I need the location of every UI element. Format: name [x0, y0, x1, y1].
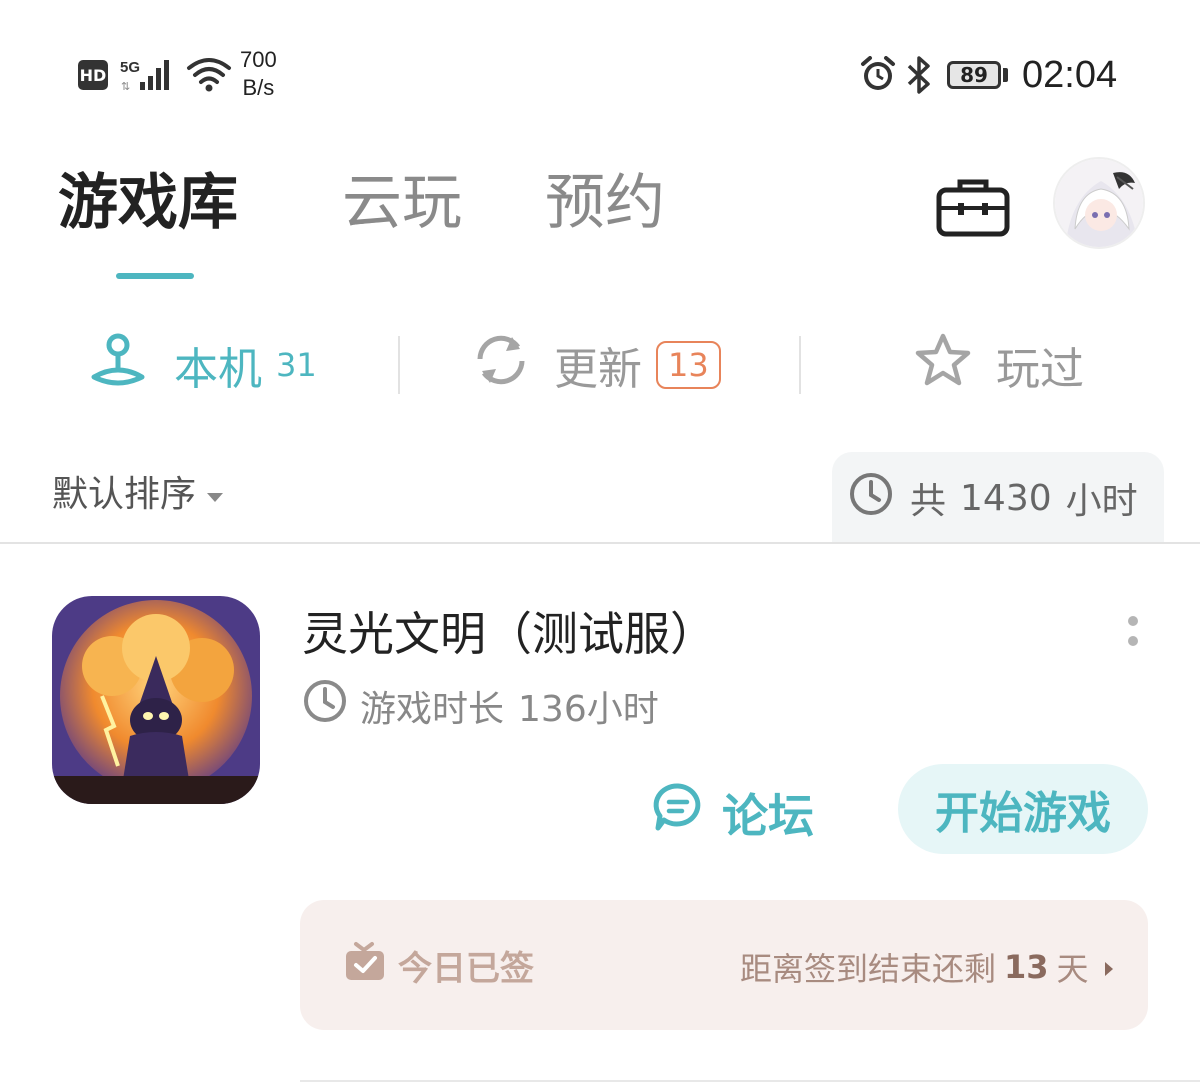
game-title[interactable]: 灵光文明（测试服）	[302, 604, 716, 664]
tab-reservation[interactable]: 预约	[545, 166, 665, 240]
local-game-count: 31	[276, 346, 317, 384]
network-type-label: 5G	[120, 59, 140, 76]
refresh-icon	[472, 333, 530, 398]
subtab-played[interactable]: 玩过	[914, 333, 1084, 395]
gift-check-icon	[344, 940, 386, 991]
sort-label: 默认排序	[52, 474, 197, 515]
total-prefix: 共	[910, 481, 947, 522]
chevron-right-icon	[1103, 948, 1115, 986]
remaining-days: 13	[1004, 948, 1049, 986]
game-playtime: 游戏时长 136小时	[302, 678, 659, 733]
subtab-played-label: 玩过	[996, 344, 1084, 395]
card-divider	[300, 1080, 1200, 1082]
wifi-icon	[186, 54, 232, 98]
bluetooth-icon	[904, 54, 934, 100]
start-game-button[interactable]: 开始游戏	[898, 764, 1148, 854]
tab-game-library[interactable]: 游戏库	[58, 166, 238, 240]
alarm-icon	[860, 56, 896, 98]
playtime-label: 游戏时长	[360, 688, 505, 730]
battery-tip	[1003, 68, 1008, 82]
subtab-update-label: 更新	[554, 344, 642, 395]
total-suffix: 小时	[1065, 481, 1138, 522]
total-playtime: 共 1430 小时	[832, 452, 1164, 544]
total-hours: 1430	[960, 477, 1052, 519]
cellular-signal-icon: 5G ⇅	[118, 56, 178, 98]
forum-label: 论坛	[722, 789, 814, 843]
checkin-status: 今日已签	[344, 940, 534, 991]
star-icon	[914, 332, 972, 399]
tab-cloud-play[interactable]: 云玩	[342, 166, 462, 240]
speed-value: 700	[240, 47, 277, 72]
remaining-suffix: 天	[1056, 950, 1089, 988]
divider	[398, 336, 400, 394]
dropdown-caret-icon	[206, 471, 224, 512]
subtab-local[interactable]: 本机 31	[88, 333, 317, 398]
network-speed: 700 B/s	[240, 46, 277, 102]
remaining-prefix: 距离签到结束还剩	[740, 950, 997, 988]
svg-text:⇅: ⇅	[121, 81, 130, 93]
chat-bubble-icon	[652, 782, 706, 845]
battery-level: 89	[947, 61, 1001, 89]
update-count-badge: 13	[656, 341, 721, 389]
checkin-remaining[interactable]: 距离签到结束还剩 13 天	[740, 944, 1115, 990]
playtime-value: 136小时	[518, 688, 659, 730]
clock-time: 02:04	[1022, 54, 1118, 96]
subtab-update[interactable]: 更新 13	[472, 335, 721, 395]
hd-voice-icon: HD	[78, 60, 108, 90]
active-tab-indicator	[116, 273, 194, 279]
divider	[799, 336, 801, 394]
clock-icon	[848, 471, 894, 526]
speed-unit: B/s	[242, 75, 275, 100]
forum-button[interactable]: 论坛	[652, 780, 814, 846]
toolbox-icon[interactable]	[936, 176, 1010, 242]
game-icon[interactable]	[52, 596, 260, 804]
clock-icon	[302, 678, 348, 733]
sort-dropdown[interactable]: 默认排序	[52, 465, 224, 517]
more-options-icon[interactable]	[1128, 616, 1138, 656]
avatar[interactable]	[1053, 157, 1145, 249]
subtab-local-label: 本机	[174, 344, 262, 395]
section-divider	[0, 542, 1200, 544]
local-device-icon	[88, 333, 150, 398]
checkin-status-label: 今日已签	[398, 949, 534, 989]
